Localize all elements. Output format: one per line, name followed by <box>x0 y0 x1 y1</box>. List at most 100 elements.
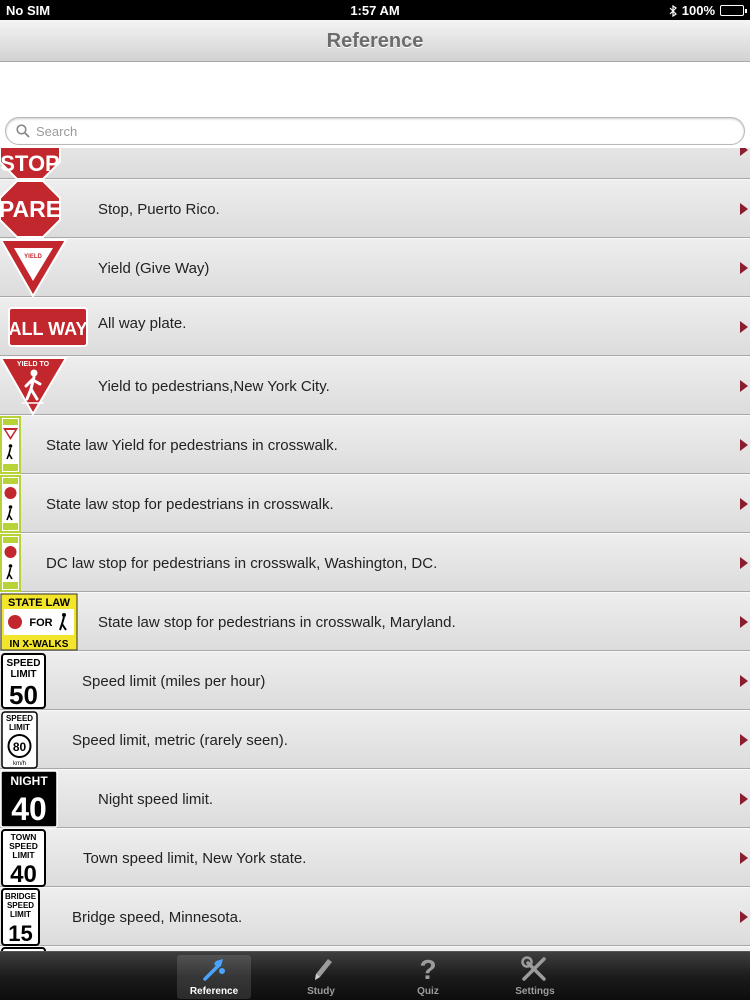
speed-limit-metric-sign-icon: SPEED LIMIT 80 km/h <box>1 711 38 769</box>
pencil-icon <box>315 959 332 980</box>
pare-sign-text: PARE <box>0 196 61 222</box>
list-item[interactable]: State law Yield for pedestrians in cross… <box>0 415 750 474</box>
maryland-crosswalk-sign-icon: STATE LAW FOR IN X-WALKS <box>0 593 78 651</box>
yield-sign-text: YIELD <box>24 254 42 260</box>
yield-to-sign-text: YIELD TO <box>17 361 50 368</box>
all-way-plate-icon: ALL WAY <box>8 307 88 347</box>
search-icon <box>16 124 30 138</box>
pare-sign-icon: PARE <box>0 180 61 238</box>
all-way-plate-text: ALL WAY <box>8 319 87 339</box>
list-item-label: Speed limit, metric (rarely seen). <box>72 731 288 749</box>
chevron-right-icon <box>740 675 748 687</box>
metric-speed-value-text: 80 <box>13 740 27 754</box>
night-speed-limit-sign-icon: NIGHT 40 <box>0 770 58 828</box>
chevron-right-icon <box>740 911 748 923</box>
town-speed-limit-sign-icon: TOWN SPEED LIMIT 40 <box>1 829 46 887</box>
list-item[interactable]: YIELD TO Yield to pedestrians,New York C… <box>0 356 750 415</box>
limit-sign-text: LIMIT <box>12 850 35 860</box>
stop-sign-text: STOP <box>0 151 60 176</box>
for-sign-text: FOR <box>29 617 52 629</box>
stop-sign-icon: STOP <box>0 148 61 179</box>
limit-sign-text: LIMIT <box>10 669 36 680</box>
town-speed-value-text: 40 <box>10 861 37 887</box>
search-bar <box>0 112 750 148</box>
yield-sign-icon: YIELD <box>0 239 68 297</box>
battery-icon <box>720 5 747 16</box>
status-bar: No SIM 1:57 AM 100% <box>0 0 750 20</box>
tab-study[interactable]: Study <box>284 955 358 999</box>
list-item[interactable]: State law stop for pedestrians in crossw… <box>0 474 750 533</box>
list-item[interactable]: BRIDGE SPEED LIMIT 15 Bridge speed, Minn… <box>0 887 750 946</box>
chevron-right-icon <box>740 498 748 510</box>
list-item[interactable]: DC law stop for pedestrians in crosswalk… <box>0 533 750 592</box>
night-speed-value-text: 40 <box>11 791 47 827</box>
tab-label: Settings <box>515 986 555 997</box>
speed-limit-mph-sign-icon: SPEED LIMIT 50 <box>1 653 46 710</box>
kmh-unit-text: km/h <box>13 761 26 767</box>
bridge-speed-value-text: 15 <box>8 921 32 946</box>
reference-icon <box>203 959 225 981</box>
tab-label: Reference <box>189 986 239 997</box>
speed-sign-text: SPEED <box>6 714 33 723</box>
state-law-yield-sign-icon <box>0 416 21 474</box>
status-right: 100% <box>669 3 747 18</box>
question-mark-icon: ? <box>419 955 436 983</box>
tab-label: Quiz <box>417 986 439 997</box>
limit-sign-text: LIMIT <box>9 723 30 732</box>
speed-value-text: 50 <box>9 680 38 710</box>
limit-sign-text: LIMIT <box>10 910 31 919</box>
tab-settings[interactable]: Settings <box>498 955 572 999</box>
speed-sign-text: SPEED <box>7 658 41 669</box>
list-item-label: Town speed limit, New York state. <box>83 849 307 867</box>
chevron-right-icon <box>740 380 748 392</box>
chevron-right-icon <box>740 793 748 805</box>
list-item-label: Stop <box>98 148 129 169</box>
bluetooth-icon <box>669 4 677 17</box>
clock: 1:57 AM <box>350 3 400 18</box>
list-item[interactable]: SPEED LIMIT 50 Speed limit (miles per ho… <box>0 651 750 710</box>
chevron-right-icon <box>740 148 748 156</box>
list-item-label: DC law stop for pedestrians in crosswalk… <box>46 554 438 572</box>
list-item[interactable]: STATE LAW FOR IN X-WALKS State law stop … <box>0 592 750 651</box>
list-item-label: Yield (Give Way) <box>98 259 210 277</box>
state-law-sign-text: STATE LAW <box>8 597 71 609</box>
search-input[interactable] <box>36 123 716 139</box>
list-item[interactable]: YIELD Yield (Give Way) <box>0 238 750 297</box>
list-item[interactable]: ALL WAY All way plate. <box>0 297 750 356</box>
reference-list[interactable]: STOP Stop PARE Stop, Puerto Rico. YIELD … <box>0 148 750 951</box>
list-item[interactable]: SPEED LIMIT 80 km/h Speed limit, metric … <box>0 710 750 769</box>
svg-text:?: ? <box>419 955 436 983</box>
chevron-right-icon <box>740 262 748 274</box>
in-x-walks-sign-text: IN X-WALKS <box>10 639 69 650</box>
state-law-stop-sign-icon <box>0 475 21 533</box>
yield-to-pedestrian-sign-icon: YIELD TO <box>0 357 68 415</box>
night-sign-text: NIGHT <box>10 774 48 788</box>
speed-sign-text: SPEED <box>7 901 34 910</box>
tab-quiz[interactable]: ? Quiz <box>391 955 465 999</box>
tab-bar: Reference Study ? Quiz Settings <box>0 951 750 1000</box>
tab-reference[interactable]: Reference <box>177 955 251 999</box>
list-item[interactable]: STOP Stop <box>0 148 750 179</box>
list-item[interactable]: NIGHT 40 Night speed limit. <box>0 769 750 828</box>
chevron-right-icon <box>740 734 748 746</box>
chevron-right-icon <box>740 557 748 569</box>
bridge-sign-text: BRIDGE <box>5 892 37 901</box>
battery-percent: 100% <box>681 3 715 18</box>
bridge-speed-sign-icon: BRIDGE SPEED LIMIT 15 <box>1 888 40 946</box>
list-item-label: State law stop for pedestrians in crossw… <box>46 495 334 513</box>
list-item[interactable]: TOWN SPEED LIMIT 40 Town speed limit, Ne… <box>0 828 750 887</box>
page-title: Reference <box>326 30 424 52</box>
wrench-screwdriver-icon <box>521 956 546 981</box>
search-field[interactable] <box>5 117 745 145</box>
list-item-label: Night speed limit. <box>98 790 214 808</box>
list-item-label: Bridge speed, Minnesota. <box>72 908 243 926</box>
tab-label: Study <box>307 986 335 997</box>
chevron-right-icon <box>740 439 748 451</box>
list-item-label: All way plate. <box>98 314 187 332</box>
list-item-label: Speed limit (miles per hour) <box>82 672 266 690</box>
chevron-right-icon <box>740 203 748 215</box>
list-item-label: Yield to pedestrians,New York City. <box>98 377 330 395</box>
dc-law-stop-sign-icon <box>0 534 21 592</box>
list-item[interactable]: PARE Stop, Puerto Rico. <box>0 179 750 238</box>
list-item-label: State law stop for pedestrians in crossw… <box>98 613 456 631</box>
